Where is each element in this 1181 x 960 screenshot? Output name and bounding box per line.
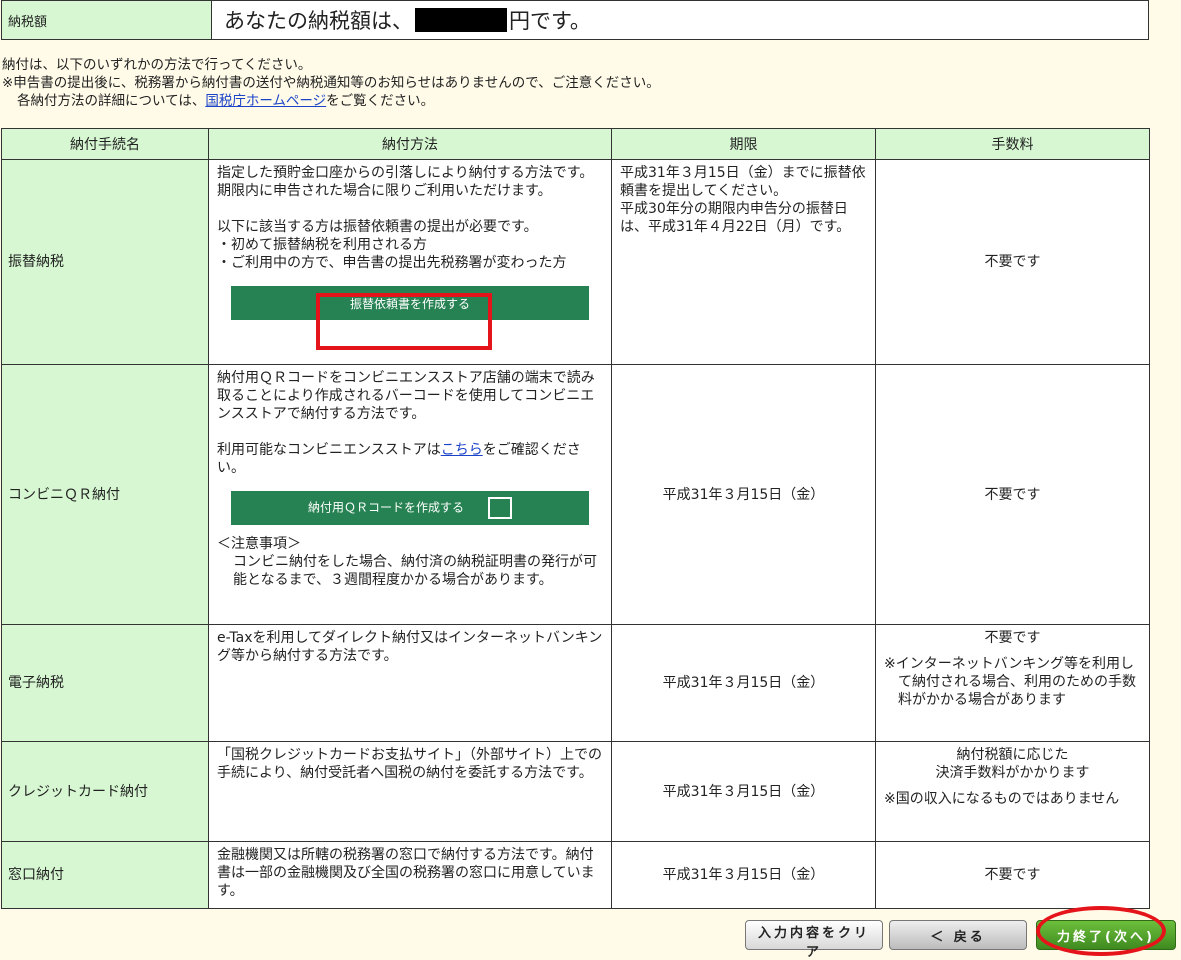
- furikae-method-line: ・ご利用中の方で、申告書の提出先税務署が変わった方: [217, 255, 567, 271]
- nta-homepage-link[interactable]: 国税庁ホームページ: [205, 93, 326, 109]
- row-madoguchi: 窓口納付 金融機関又は所轄の税務署の窓口で納付する方法です。納付書は一部の金融機…: [1, 841, 1150, 909]
- redacted-amount: [415, 8, 507, 32]
- madoguchi-name: 窓口納付: [1, 841, 209, 909]
- furikae-name: 振替納税: [1, 159, 209, 365]
- conveni-method-line-2-prefix: 利用可能なコンビニエンスストアは: [217, 442, 441, 458]
- credit-fee-note: ※国の収入になるものではありません: [884, 791, 1120, 807]
- furikae-method-line: 指定した預貯金口座からの引落しにより納付する方法です。: [217, 165, 594, 181]
- furikae-deadline: 平成31年３月15日（金）までに振替依頼書を提出してください。 平成30年分の期…: [611, 159, 876, 365]
- table-header-row: 納付手続名 納付方法 期限 手数料: [1, 128, 1150, 160]
- qr-square-icon: [488, 497, 512, 519]
- credit-method: 「国税クレジットカードお支払サイト」（外部サイト）上での手続により、納付受託者へ…: [208, 741, 612, 842]
- credit-fee: 納付税額に応じた 決済手数料がかかります ※国の収入になるものではありません: [875, 741, 1150, 842]
- conveni-caution-title: ＜注意事項＞: [217, 536, 301, 552]
- denshi-name: 電子納税: [1, 624, 209, 742]
- credit-fee-line-2: 決済手数料がかかります: [935, 765, 1090, 781]
- conveni-method-line-2: 利用可能なコンビニエンスストアはこちらをご確認ください。: [217, 441, 603, 477]
- denshi-deadline: 平成31年３月15日（金）: [611, 624, 876, 742]
- credit-fee-line-1: 納付税額に応じた: [956, 747, 1069, 763]
- furikae-fee: 不要です: [875, 159, 1150, 365]
- tax-amount-prefix: あなたの納税額は、: [224, 9, 413, 33]
- furikae-method-line: ・初めて振替納税を利用される方: [217, 237, 427, 253]
- conveni-fee: 不要です: [875, 364, 1150, 625]
- payment-methods-table: 納付手続名 納付方法 期限 手数料 振替納税 指定した預貯金口座からの引落しによ…: [1, 128, 1150, 909]
- conveni-deadline: 平成31年３月15日（金）: [611, 364, 876, 625]
- notes-line-3: 各納付方法の詳細については、国税庁ホームページをご覧ください。: [2, 92, 1172, 110]
- row-conveni: コンビニＱＲ納付 納付用ＱＲコードをコンビニエンスストア店舗の端末で読み取ること…: [1, 364, 1150, 625]
- tax-amount-value: あなたの納税額は、 円です。: [211, 0, 1149, 40]
- create-qr-code-label: 納付用ＱＲコードを作成する: [307, 500, 464, 515]
- highlight-ellipse: [1036, 906, 1166, 956]
- credit-deadline: 平成31年３月15日（金）: [611, 741, 876, 842]
- conveni-stores-link[interactable]: こちら: [441, 442, 483, 458]
- header-deadline: 期限: [611, 128, 876, 160]
- tax-amount-table: 納税額 あなたの納税額は、 円です。: [1, 0, 1149, 40]
- furikae-deadline-line: 平成31年３月15日（金）までに振替依頼書を提出してください。: [620, 165, 866, 199]
- payment-notes: 納付は、以下のいずれかの方法で行ってください。 ※申告書の提出後に、税務署から納…: [2, 56, 1172, 110]
- madoguchi-deadline: 平成31年３月15日（金）: [611, 841, 876, 909]
- tax-amount-suffix: 円です。: [509, 9, 591, 33]
- tax-amount-label: 納税額: [1, 0, 212, 40]
- row-furikae: 振替納税 指定した預貯金口座からの引落しにより納付する方法です。 期限内に申告さ…: [1, 159, 1150, 365]
- furikae-deadline-line: 平成30年分の期限内申告分の振替日は、平成31年４月22日（月）です。: [620, 201, 851, 235]
- notes-line-1: 納付は、以下のいずれかの方法で行ってください。: [2, 57, 312, 73]
- header-procedure-name: 納付手続名: [1, 128, 209, 160]
- conveni-name: コンビニＱＲ納付: [1, 364, 209, 625]
- conveni-caution-body: コンビニ納付をした場合、納付済の納税証明書の発行が可能となるまで、３週間程度かか…: [233, 554, 597, 588]
- notes-line-2: ※申告書の提出後に、税務署から納付書の送付や納税通知等のお知らせはありませんので…: [2, 75, 660, 91]
- madoguchi-method: 金融機関又は所轄の税務署の窓口で納付する方法です。納付書は一部の金融機関及び全国…: [208, 841, 612, 909]
- back-button[interactable]: ＜ 戻る: [889, 920, 1027, 950]
- credit-name: クレジットカード納付: [1, 741, 209, 842]
- row-denshi: 電子納税 e-Taxを利用してダイレクト納付又はインターネットバンキング等から納…: [1, 624, 1150, 742]
- header-payment-method: 納付方法: [208, 128, 612, 160]
- furikae-method-line: 期限内に申告された場合に限りご利用いただけます。: [217, 183, 552, 199]
- conveni-method-line-1: 納付用ＱＲコードをコンビニエンスストア店舗の端末で読み取ることにより作成されるバ…: [217, 370, 595, 422]
- denshi-fee-note: ※インターネットバンキング等を利用して納付される場合、利用のための手数料がかかる…: [884, 656, 1136, 708]
- conveni-method: 納付用ＱＲコードをコンビニエンスストア店舗の端末で読み取ることにより作成されるバ…: [208, 364, 612, 625]
- madoguchi-fee: 不要です: [875, 841, 1150, 909]
- create-qr-code-button[interactable]: 納付用ＱＲコードを作成する: [231, 491, 589, 525]
- denshi-method: e-Taxを利用してダイレクト納付又はインターネットバンキング等から納付する方法…: [208, 624, 612, 742]
- row-credit: クレジットカード納付 「国税クレジットカードお支払サイト」（外部サイト）上での手…: [1, 741, 1150, 842]
- denshi-fee: 不要です ※インターネットバンキング等を利用して納付される場合、利用のための手数…: [875, 624, 1150, 742]
- notes-line-3-suffix: をご覧ください。: [326, 93, 435, 109]
- highlight-rectangle: [316, 293, 492, 350]
- notes-line-3-prefix: 各納付方法の詳細については、: [17, 93, 206, 109]
- denshi-fee-main: 不要です: [984, 630, 1041, 646]
- clear-input-button[interactable]: 入力内容をクリア: [745, 920, 883, 960]
- header-fee: 手数料: [875, 128, 1150, 160]
- furikae-method-line: 以下に該当する方は振替依頼書の提出が必要です。: [217, 219, 538, 235]
